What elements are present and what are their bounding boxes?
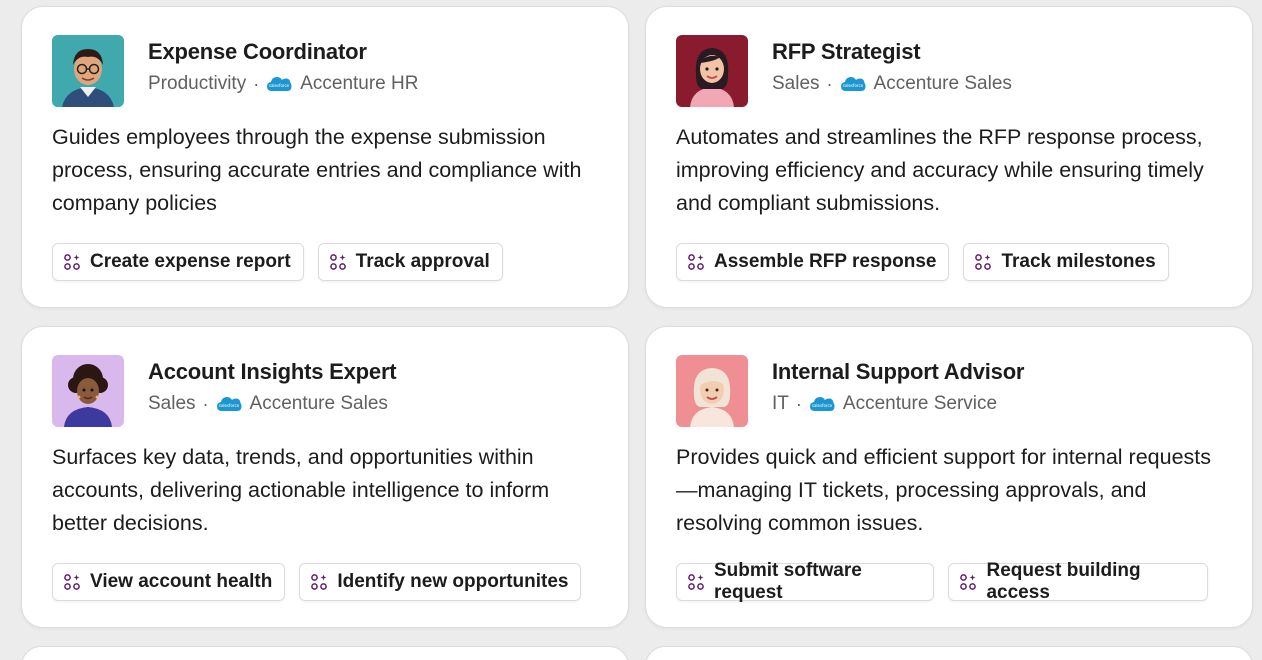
action-label: Track milestones (1001, 251, 1156, 272)
sparkle-grid-icon (329, 253, 347, 271)
action-chip-create-expense-report[interactable]: Create expense report (52, 243, 304, 281)
sparkle-grid-icon (959, 573, 977, 591)
agent-avatar (52, 35, 124, 107)
meta-separator: · (202, 393, 209, 414)
sparkle-grid-icon (687, 253, 705, 271)
action-chip-identify-new-opportunites[interactable]: Identify new opportunites (299, 563, 582, 601)
agent-category: Sales (772, 73, 820, 94)
agent-card-partial[interactable] (21, 646, 629, 660)
sparkle-grid-icon (63, 253, 81, 271)
action-label: Assemble RFP response (714, 251, 937, 272)
agent-header: Expense Coordinator Productivity · sales… (52, 35, 598, 107)
agent-description: Surfaces key data, trends, and opportuni… (52, 445, 550, 535)
agent-avatar (52, 355, 124, 427)
agent-description: Automates and streamlines the RFP respon… (676, 125, 1204, 215)
agent-name: Internal Support Advisor (772, 359, 1025, 384)
meta-separator: · (253, 73, 260, 94)
agent-org: Accenture Sales (873, 73, 1012, 94)
agent-meta: IT · salesforce Accenture Service (772, 393, 1024, 415)
agent-titles: RFP Strategist Sales · salesforce Accent… (772, 35, 1012, 95)
action-chip-request-building-access[interactable]: Request building access (948, 560, 1208, 603)
agent-card-partial[interactable] (645, 646, 1253, 660)
action-label: Identify new opportunites (337, 571, 569, 592)
agent-actions: Submit software request Request building… (676, 560, 1222, 603)
agent-avatar (676, 35, 748, 107)
action-label: Request building access (986, 560, 1141, 603)
action-label: View account health (90, 571, 273, 592)
action-chip-track-approval[interactable]: Track approval (317, 243, 503, 281)
agent-meta: Productivity · salesforce Accenture HR (148, 73, 418, 95)
agent-org: Accenture Sales (249, 393, 388, 414)
svg-text:salesforce: salesforce (812, 403, 833, 408)
sparkle-grid-icon (63, 573, 81, 591)
salesforce-cloud-icon: salesforce (840, 75, 866, 93)
agent-actions: Assemble RFP response Track milestones (676, 243, 1222, 281)
agent-titles: Internal Support Advisor IT · salesforce… (772, 355, 1024, 415)
action-label: Track approval (355, 251, 490, 272)
sparkle-grid-icon (974, 253, 992, 271)
svg-text:salesforce: salesforce (218, 403, 239, 408)
sparkle-grid-icon (310, 573, 328, 591)
agent-meta: Sales · salesforce Accenture Sales (148, 393, 396, 415)
agent-card-internal-support-advisor[interactable]: Internal Support Advisor IT · salesforce… (645, 326, 1253, 628)
agent-header: Internal Support Advisor IT · salesforce… (676, 355, 1222, 427)
salesforce-cloud-icon: salesforce (216, 395, 242, 413)
agent-actions: Create expense report Track approval (52, 243, 598, 281)
meta-separator: · (826, 73, 833, 94)
agent-avatar (676, 355, 748, 427)
agent-name: RFP Strategist (772, 39, 921, 64)
agent-org: Accenture Service (842, 393, 998, 414)
agent-org: Accenture HR (300, 73, 419, 94)
agent-header: Account Insights Expert Sales · salesfor… (52, 355, 598, 427)
agent-grid: Expense Coordinator Productivity · sales… (0, 0, 1262, 660)
agent-name: Expense Coordinator (148, 39, 367, 64)
agent-card-rfp-strategist[interactable]: RFP Strategist Sales · salesforce Accent… (645, 6, 1253, 308)
meta-separator: · (795, 393, 802, 414)
agent-description: Guides employees through the expense sub… (52, 125, 582, 215)
salesforce-cloud-icon: salesforce (266, 75, 292, 93)
agent-card-account-insights-expert[interactable]: Account Insights Expert Sales · salesfor… (21, 326, 629, 628)
sparkle-grid-icon (687, 573, 705, 591)
action-chip-view-account-health[interactable]: View account health (52, 563, 286, 601)
agent-header: RFP Strategist Sales · salesforce Accent… (676, 35, 1222, 107)
agent-titles: Expense Coordinator Productivity · sales… (148, 35, 418, 95)
svg-text:salesforce: salesforce (842, 83, 863, 88)
action-chip-submit-software-request[interactable]: Submit software request (676, 560, 935, 603)
agent-actions: View account health Identify new opportu… (52, 563, 598, 601)
action-chip-track-milestones[interactable]: Track milestones (963, 243, 1169, 281)
svg-text:salesforce: salesforce (269, 83, 290, 88)
action-label: Submit software request (714, 560, 862, 603)
agent-description: Provides quick and efficient support for… (676, 445, 1212, 535)
agent-titles: Account Insights Expert Sales · salesfor… (148, 355, 397, 415)
agent-card-expense-coordinator[interactable]: Expense Coordinator Productivity · sales… (21, 6, 629, 308)
agent-category: Sales (148, 393, 196, 414)
agent-meta: Sales · salesforce Accenture Sales (772, 73, 1012, 95)
agent-category: Productivity (148, 73, 247, 94)
agent-name: Account Insights Expert (148, 359, 397, 384)
action-chip-assemble-rfp-response[interactable]: Assemble RFP response (676, 243, 950, 281)
action-label: Create expense report (90, 251, 291, 272)
agent-category: IT (772, 393, 789, 414)
salesforce-cloud-icon: salesforce (809, 395, 835, 413)
